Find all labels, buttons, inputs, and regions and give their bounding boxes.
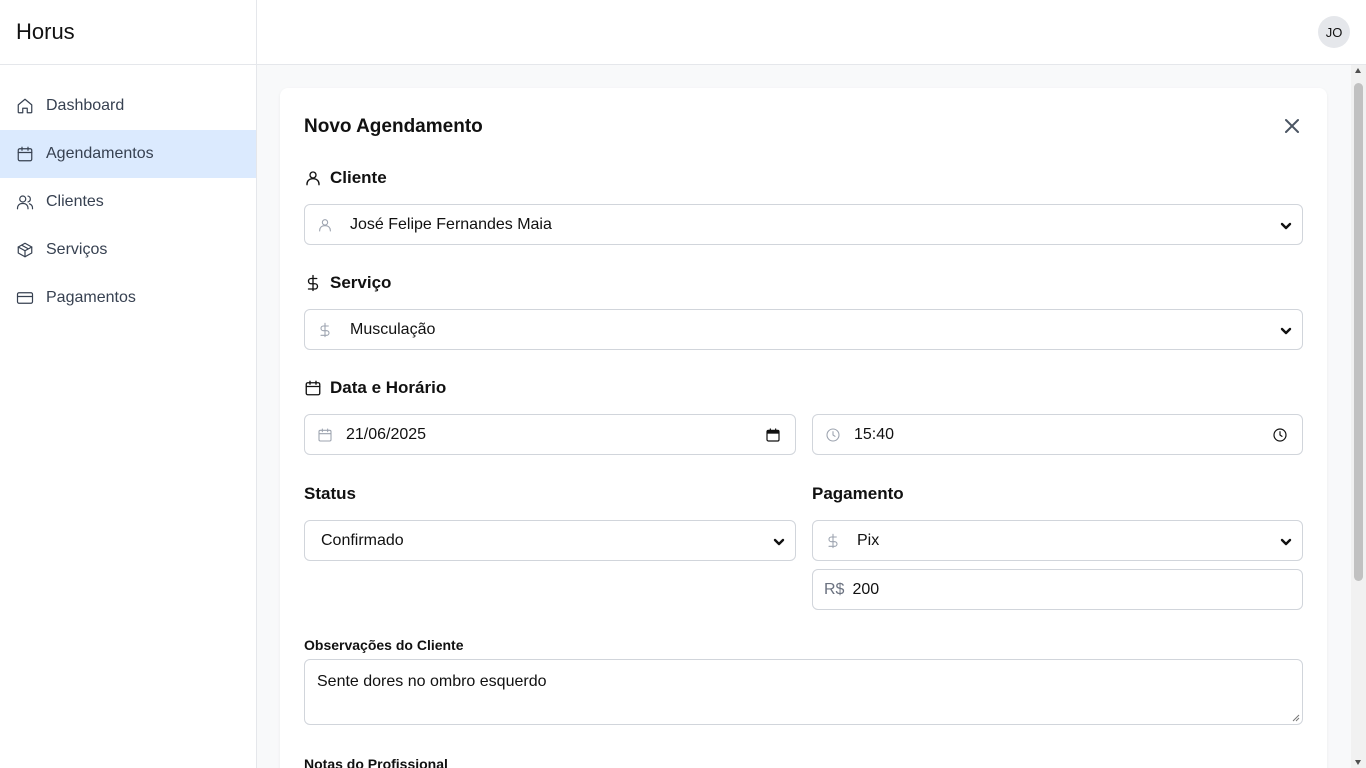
servico-label-text: Serviço xyxy=(330,273,392,292)
scroll-down-arrow[interactable] xyxy=(1355,760,1361,765)
user-icon xyxy=(304,169,322,187)
cliente-select-value: José Felipe Fernandes Maia xyxy=(350,215,552,233)
sidebar-item-dashboard[interactable]: Dashboard xyxy=(0,82,256,130)
scroll-thumb[interactable] xyxy=(1354,83,1363,581)
observacoes-value: Sente dores no ombro esquerdo xyxy=(317,673,547,690)
scroll-up-arrow[interactable] xyxy=(1355,68,1361,73)
calendar-icon xyxy=(317,427,333,443)
servico-select-value: Musculação xyxy=(350,320,436,338)
avatar[interactable]: JO xyxy=(1318,16,1350,48)
credit-card-icon xyxy=(16,289,34,307)
form-title: Novo Agendamento xyxy=(304,116,483,137)
sidebar-item-label: Agendamentos xyxy=(46,145,154,162)
dollar-icon xyxy=(825,533,841,549)
chevron-down-icon xyxy=(1280,324,1292,336)
pagamento-method-select[interactable]: Pix xyxy=(812,520,1303,561)
date-value: 21/06/2025 xyxy=(346,425,427,443)
clock-picker-icon[interactable] xyxy=(1272,427,1288,443)
notas-label: Notas do Profissional xyxy=(304,756,448,768)
currency-prefix: R$ xyxy=(824,580,845,598)
cliente-label-text: Cliente xyxy=(330,168,387,187)
valor-input[interactable]: R$ 200 xyxy=(812,569,1303,610)
cliente-select[interactable]: José Felipe Fernandes Maia xyxy=(304,204,1303,245)
observacoes-label: Observações do Cliente xyxy=(304,637,464,653)
user-icon xyxy=(317,217,333,233)
close-button[interactable] xyxy=(1281,115,1303,137)
brand-logo: Horus xyxy=(0,0,256,65)
calendar-icon xyxy=(304,379,322,397)
calendar-icon xyxy=(16,145,34,163)
sidebar-item-agendamentos[interactable]: Agendamentos xyxy=(0,130,256,178)
chevron-down-icon xyxy=(773,535,785,547)
close-icon xyxy=(1285,119,1299,133)
time-input[interactable]: 15:40 xyxy=(812,414,1303,455)
pagamento-label: Pagamento xyxy=(812,484,904,503)
users-icon xyxy=(16,193,34,211)
package-icon xyxy=(16,241,34,259)
servico-section-label: Serviço xyxy=(304,273,391,293)
status-select-value: Confirmado xyxy=(321,531,404,549)
sidebar-item-servicos[interactable]: Serviços xyxy=(0,226,256,274)
observacoes-textarea[interactable]: Sente dores no ombro esquerdo xyxy=(304,659,1303,725)
sidebar-item-clientes[interactable]: Clientes xyxy=(0,178,256,226)
resize-handle-icon[interactable] xyxy=(1292,714,1300,722)
sidebar-item-label: Dashboard xyxy=(46,97,125,114)
status-label: Status xyxy=(304,484,356,503)
data-horario-label-text: Data e Horário xyxy=(330,378,447,397)
dollar-icon xyxy=(317,322,333,338)
dollar-icon xyxy=(304,274,322,292)
data-horario-section-label: Data e Horário xyxy=(304,378,446,398)
clock-icon xyxy=(825,427,841,443)
new-appointment-form: Novo Agendamento Cliente José Felipe Fer… xyxy=(280,88,1327,768)
calendar-picker-icon[interactable] xyxy=(765,427,781,443)
sidebar: Horus Dashboard Agendamentos Clientes Se… xyxy=(0,0,257,768)
cliente-section-label: Cliente xyxy=(304,168,387,188)
scrollbar[interactable] xyxy=(1351,65,1366,768)
chevron-down-icon xyxy=(1280,535,1292,547)
servico-select[interactable]: Musculação xyxy=(304,309,1303,350)
chevron-down-icon xyxy=(1280,219,1292,231)
time-value: 15:40 xyxy=(854,425,895,443)
status-select[interactable]: Confirmado xyxy=(304,520,796,561)
date-input[interactable]: 21/06/2025 xyxy=(304,414,796,455)
sidebar-nav: Dashboard Agendamentos Clientes Serviços… xyxy=(0,65,256,322)
sidebar-item-pagamentos[interactable]: Pagamentos xyxy=(0,274,256,322)
sidebar-item-label: Pagamentos xyxy=(46,289,136,306)
sidebar-item-label: Serviços xyxy=(46,241,108,258)
topbar: JO xyxy=(257,0,1366,65)
valor-value: 200 xyxy=(852,580,880,598)
sidebar-item-label: Clientes xyxy=(46,193,104,210)
home-icon xyxy=(16,97,34,115)
pagamento-method-value: Pix xyxy=(857,531,880,549)
